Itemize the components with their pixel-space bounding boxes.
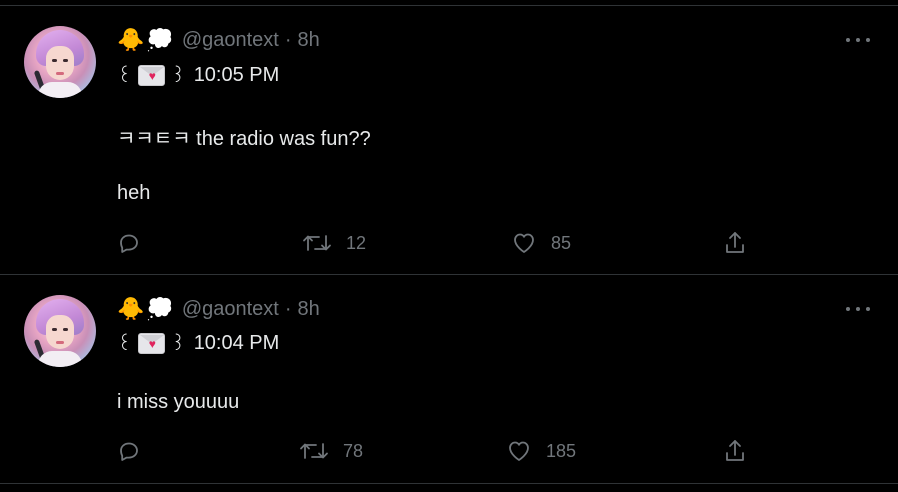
bottom-divider (0, 483, 898, 484)
user-handle[interactable]: @gaontext (182, 298, 279, 321)
separator-dot: · (284, 297, 292, 320)
close-bracket: ꒱ (170, 66, 186, 87)
thought-bubble-emoji[interactable]: 💭 (146, 296, 173, 322)
tweet-header: 🐥 💭 @gaontext · 8h (117, 27, 320, 53)
more-options-icon[interactable] (846, 301, 870, 317)
like-count: 185 (546, 440, 577, 461)
tweet-text-line: i miss youuuu (117, 391, 240, 413)
timestamp[interactable]: 8h (298, 29, 320, 52)
retweet-button[interactable]: 12 (302, 231, 366, 255)
retweet-count: 12 (346, 232, 367, 253)
reply-button[interactable] (117, 439, 141, 463)
thought-bubble-emoji[interactable]: 💭 (146, 27, 173, 53)
share-button[interactable] (723, 230, 747, 256)
tweet-text-line: heh (117, 182, 151, 204)
like-count: 85 (551, 232, 572, 253)
avatar[interactable] (24, 295, 96, 367)
tweet-text-line: ㅋㅋㅌㅋ the radio was fun?? (117, 128, 371, 150)
reply-icon (120, 234, 138, 253)
heart-icon (514, 233, 534, 253)
reply-button[interactable] (117, 231, 141, 255)
tweet[interactable]: 🐥 💭 @gaontext · 8h ꒰ ♥ ꒱ 10:05 PM ㅋㅋㅌㅋ t… (0, 6, 898, 274)
share-button[interactable] (723, 438, 747, 464)
separator-dot: · (284, 28, 292, 51)
heart-icon (509, 441, 529, 461)
tweet-header: 🐥 💭 @gaontext · 8h (117, 296, 320, 322)
tweet-time-text: 10:05 PM (193, 63, 280, 86)
tweet-time-text: 10:04 PM (193, 331, 280, 354)
open-bracket: ꒰ (117, 66, 132, 87)
timestamp[interactable]: 8h (298, 298, 320, 321)
retweet-icon (300, 443, 328, 459)
tweet-text-line: ꒰ ♥ ꒱ 10:04 PM (117, 330, 279, 356)
retweet-button[interactable]: 78 (299, 439, 363, 463)
love-letter-icon: ♥ (137, 332, 165, 354)
like-button[interactable]: 185 (506, 439, 576, 463)
more-options-icon[interactable] (846, 32, 870, 48)
reply-icon (120, 442, 138, 461)
close-bracket: ꒱ (170, 334, 186, 355)
retweet-icon (303, 235, 331, 251)
share-icon (726, 440, 744, 461)
chick-emoji[interactable]: 🐥 (117, 27, 144, 53)
tweet-text-line: ꒰ ♥ ꒱ 10:05 PM (117, 62, 279, 88)
tweet-actions: 12 85 (117, 228, 777, 258)
like-button[interactable]: 85 (511, 231, 571, 255)
tweet-actions: 78 185 (117, 436, 777, 466)
love-letter-icon: ♥ (137, 64, 165, 86)
share-icon (726, 232, 744, 253)
open-bracket: ꒰ (117, 334, 132, 355)
retweet-count: 78 (343, 440, 364, 461)
chick-emoji[interactable]: 🐥 (117, 296, 144, 322)
tweet[interactable]: 🐥 💭 @gaontext · 8h ꒰ ♥ ꒱ 10:04 PM i miss… (0, 275, 898, 483)
user-handle[interactable]: @gaontext (182, 29, 279, 52)
avatar[interactable] (24, 26, 96, 98)
